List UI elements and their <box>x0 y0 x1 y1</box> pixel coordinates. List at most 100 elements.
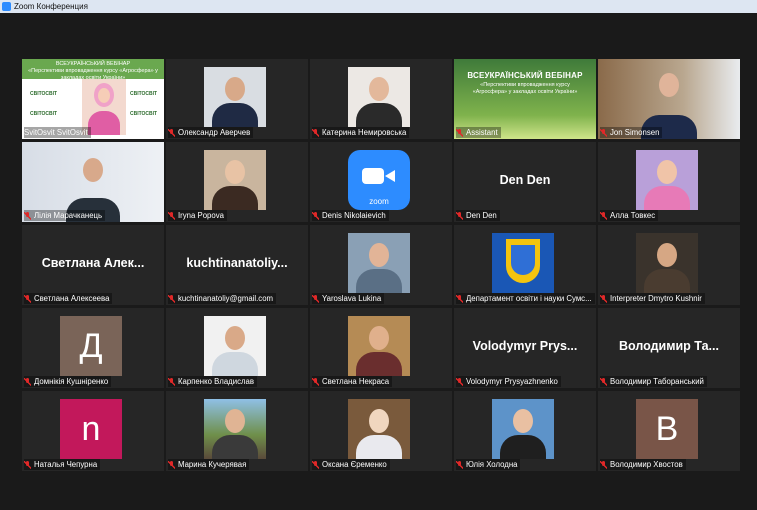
participant-display-name: Светлана Алек... <box>41 256 145 270</box>
slide-logo: СВІТОСВІТ <box>130 111 158 117</box>
participant-tile[interactable]: Светлана Некраса <box>310 308 452 388</box>
participant-tile[interactable]: Алла Товкес <box>598 142 740 222</box>
avatar-letter: n <box>81 409 101 448</box>
muted-mic-icon <box>456 377 463 386</box>
participant-name: Катерина Немировська <box>312 127 410 138</box>
participant-video <box>204 316 266 376</box>
window-title: Zoom Конференция <box>14 2 88 11</box>
participant-video <box>348 316 410 376</box>
muted-mic-icon <box>312 377 319 386</box>
title-bar: Zoom Конференция <box>0 0 757 13</box>
muted-mic-icon <box>456 294 463 303</box>
participant-tile[interactable]: B Володимир Хвостов <box>598 391 740 471</box>
participant-name: Светлана Некраса <box>312 376 393 387</box>
participant-video <box>492 399 554 459</box>
muted-mic-icon <box>24 211 31 220</box>
participant-tile[interactable]: Д Домнікія Кушніренко <box>22 308 164 388</box>
participant-display-name: Volodymyr Prys... <box>472 339 578 353</box>
muted-mic-icon <box>600 377 607 386</box>
participant-name: Наталья Чепурна <box>24 459 101 470</box>
participant-video <box>204 399 266 459</box>
avatar: Д <box>60 316 122 376</box>
participant-name: Yaroslava Lukina <box>312 293 385 304</box>
participant-tile[interactable]: Volodymyr Prys... Volodymyr Prysyazhnenk… <box>454 308 596 388</box>
participant-tile[interactable]: Оксана Єременко <box>310 391 452 471</box>
muted-mic-icon <box>600 294 607 303</box>
participant-display-name: Володимир Та... <box>619 339 719 353</box>
zoom-logo-avatar: zoom <box>348 150 410 210</box>
muted-mic-icon <box>456 460 463 469</box>
participant-name: Олександр Аверчев <box>168 127 254 138</box>
participant-video <box>348 233 410 293</box>
participant-name: Оксана Єременко <box>312 459 390 470</box>
coat-of-arms-avatar <box>492 233 554 293</box>
participant-name: Володимир Хвостов <box>600 459 686 470</box>
participant-name: Interpreter Dmytro Kushnir <box>600 293 705 304</box>
participant-name: Лілія Марачканець <box>24 210 106 221</box>
banner-subtitle: «Перспективи впровадження курсу «Агросфе… <box>472 82 578 95</box>
zoom-logo-text: zoom <box>369 197 389 206</box>
muted-mic-icon <box>168 128 175 137</box>
participant-tile[interactable]: Iryna Popova <box>166 142 308 222</box>
participant-tile[interactable]: Interpreter Dmytro Kushnir <box>598 225 740 305</box>
avatar-letter: Д <box>79 326 103 365</box>
participant-name: Assistant <box>456 127 501 138</box>
participant-tile[interactable]: Юлія Холодна <box>454 391 596 471</box>
participant-video <box>348 67 410 127</box>
participant-name: Den Den <box>456 210 500 221</box>
participant-name: kuchtinanatoliy@gmail.com <box>168 293 277 304</box>
participant-video <box>348 399 410 459</box>
avatar-letter: B <box>655 409 679 448</box>
participant-name: Департамент освіти і науки Сумс... <box>456 293 595 304</box>
participant-tile[interactable]: Володимир Та... Володимир Таборанський <box>598 308 740 388</box>
participant-tile[interactable]: Лілія Марачканець <box>22 142 164 222</box>
muted-mic-icon <box>24 460 31 469</box>
participant-name: Iryna Popova <box>168 210 227 221</box>
participant-tile[interactable]: Yaroslava Lukina <box>310 225 452 305</box>
slide-logo: СВІТОСВІТ <box>30 91 58 97</box>
muted-mic-icon <box>168 377 175 386</box>
participant-video <box>204 150 266 210</box>
participant-name: Юлія Холодна <box>456 459 521 470</box>
participant-tile[interactable]: Jon Simonsen <box>598 59 740 139</box>
participant-name: Светлана Алексеева <box>24 293 113 304</box>
participant-tile[interactable]: kuchtinanatoliy... kuchtinanatoliy@gmail… <box>166 225 308 305</box>
slide-title: ВСЕУКРАЇНСЬКИЙ ВЕБІНАР <box>55 61 131 67</box>
participant-tile[interactable]: Департамент освіти і науки Сумс... <box>454 225 596 305</box>
avatar: B <box>636 399 698 459</box>
participant-name: Володимир Таборанський <box>600 376 707 387</box>
participant-tile[interactable]: Карпенко Владислав <box>166 308 308 388</box>
muted-mic-icon <box>24 377 31 386</box>
participant-tile-svitosvit[interactable]: ВСЕУКРАЇНСЬКИЙ ВЕБІНАР «Перспективи впров… <box>22 59 164 139</box>
participant-name: Jon Simonsen <box>600 127 663 138</box>
participant-display-name: Den Den <box>499 173 551 187</box>
muted-mic-icon <box>456 211 463 220</box>
slide-logo: СВІТОСВІТ <box>130 91 158 97</box>
participant-tile[interactable]: Светлана Алек... Светлана Алексеева <box>22 225 164 305</box>
muted-mic-icon <box>24 294 31 303</box>
participant-tile[interactable]: zoom Denis Nikolaievich <box>310 142 452 222</box>
participant-name: SvitOsvit SvitOsvit <box>24 127 91 138</box>
participant-name: Volodymyr Prysyazhnenko <box>456 376 561 387</box>
muted-mic-icon <box>312 211 319 220</box>
muted-mic-icon <box>312 294 319 303</box>
zoom-app-icon <box>2 2 11 11</box>
gallery-view: ВСЕУКРАЇНСЬКИЙ ВЕБІНАР «Перспективи впров… <box>0 13 757 510</box>
participant-name: Карпенко Владислав <box>168 376 257 387</box>
muted-mic-icon <box>600 211 607 220</box>
participant-name: Denis Nikolaievich <box>312 210 389 221</box>
slide-logo: СВІТОСВІТ <box>30 111 58 117</box>
participant-tile[interactable]: Den Den Den Den <box>454 142 596 222</box>
participant-tile[interactable]: ВСЕУКРАЇНСЬКИЙ ВЕБІНАР «Перспективи впров… <box>454 59 596 139</box>
participant-name: Домнікія Кушніренко <box>24 376 112 387</box>
banner-title: ВСЕУКРАЇНСЬКИЙ ВЕБІНАР <box>467 71 583 80</box>
participant-tile[interactable]: Марина Кучерявая <box>166 391 308 471</box>
muted-mic-icon <box>168 211 175 220</box>
muted-mic-icon <box>312 460 319 469</box>
participant-name: Марина Кучерявая <box>168 459 250 470</box>
participant-tile[interactable]: n Наталья Чепурна <box>22 391 164 471</box>
participant-tile[interactable]: Олександр Аверчев <box>166 59 308 139</box>
muted-mic-icon <box>456 128 463 137</box>
participant-display-name: kuchtinanatoliy... <box>186 256 288 270</box>
participant-tile[interactable]: Катерина Немировська <box>310 59 452 139</box>
